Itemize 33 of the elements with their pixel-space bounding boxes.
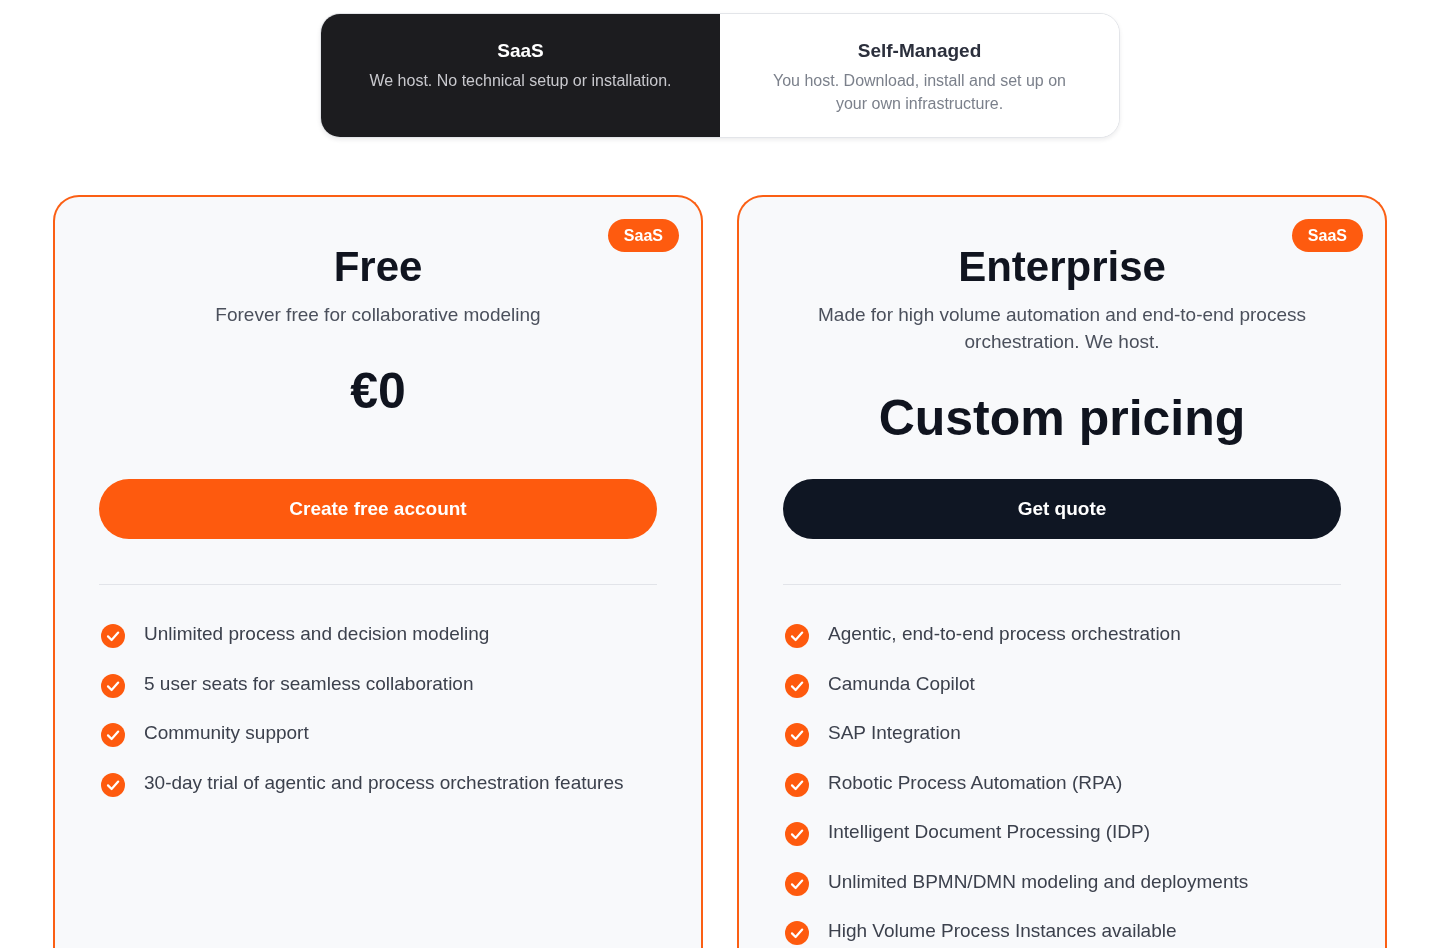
plan-price: Custom pricing — [878, 389, 1246, 448]
feature-text: Unlimited BPMN/DMN modeling and deployments — [828, 869, 1249, 894]
plan-price: €0 — [350, 362, 406, 421]
feature-text: Unlimited process and decision modeling — [144, 622, 490, 646]
plan-name: Free — [333, 242, 423, 292]
feature-text: Robotic Process Automation (RPA) — [828, 770, 1123, 795]
plan-cta-button[interactable]: Get quote — [783, 479, 1341, 539]
feature-text: Agentic, end-to-end process orchestration — [828, 622, 1181, 646]
check-circle-icon — [785, 921, 809, 945]
check-circle-icon — [785, 822, 809, 846]
check-circle-icon — [101, 624, 125, 648]
check-circle-icon — [785, 723, 809, 747]
feature-text: Community support — [144, 721, 309, 745]
plan-tagline: Forever free for collaborative modeling — [215, 303, 541, 327]
check-circle-icon — [101, 723, 125, 747]
check-circle-icon — [785, 772, 809, 797]
feature-text: 5 user seats for seamless collaboration — [144, 671, 474, 696]
check-circle-icon — [785, 624, 809, 648]
check-circle-icon — [785, 673, 809, 698]
check-circle-icon — [101, 772, 125, 797]
feature-text: SAP Integration — [828, 721, 961, 745]
plan-badge: SaaS — [607, 219, 679, 252]
feature-text: Intelligent Document Processing (IDP) — [828, 820, 1151, 844]
feature-text: Camunda Copilot — [828, 671, 975, 696]
feature-text: High Volume Process Instances available — [828, 919, 1177, 943]
hosting-tab[interactable]: SaaS We host. No technical setup or installation. — [321, 14, 720, 137]
hosting-tab[interactable]: Self-Managed You host. Download, install and set up on your own infrastructure. — [720, 14, 1119, 137]
plan-tagline: Made for high volume automation and end-to-end process orchestration. We host. — [817, 303, 1307, 354]
feature-text: 30-day trial of agentic and process orchestration features — [144, 770, 624, 795]
check-circle-icon — [785, 871, 809, 896]
plan-name: Enterprise — [958, 242, 1166, 292]
check-circle-icon — [101, 673, 125, 698]
plan-badge: SaaS — [1291, 219, 1363, 252]
